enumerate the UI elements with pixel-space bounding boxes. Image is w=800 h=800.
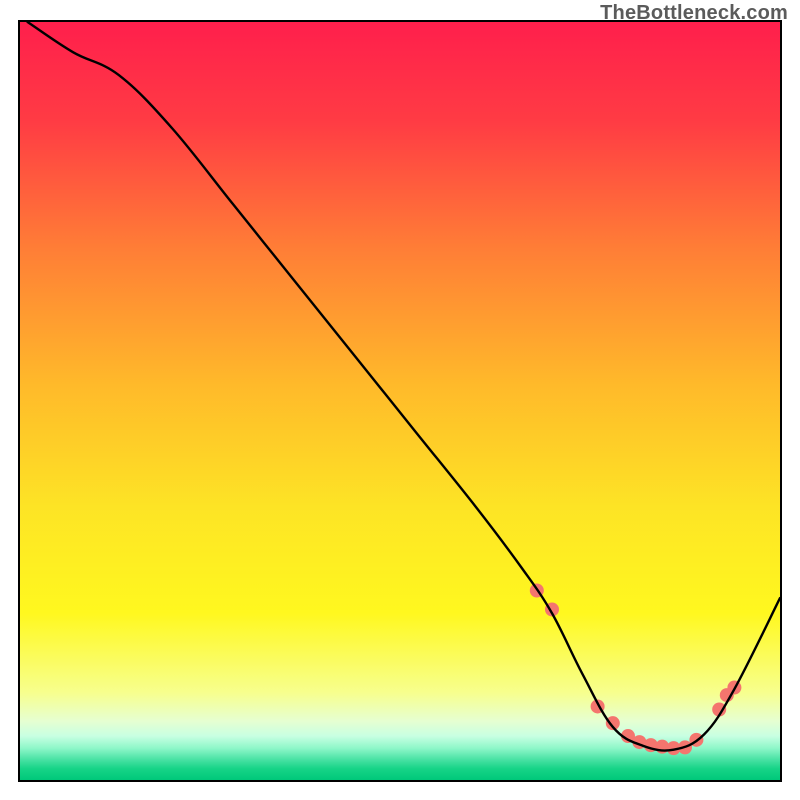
chart-overlay xyxy=(20,22,780,780)
plot-area xyxy=(18,20,782,782)
curve-line xyxy=(28,22,780,751)
chart-frame: TheBottleneck.com xyxy=(0,0,800,800)
